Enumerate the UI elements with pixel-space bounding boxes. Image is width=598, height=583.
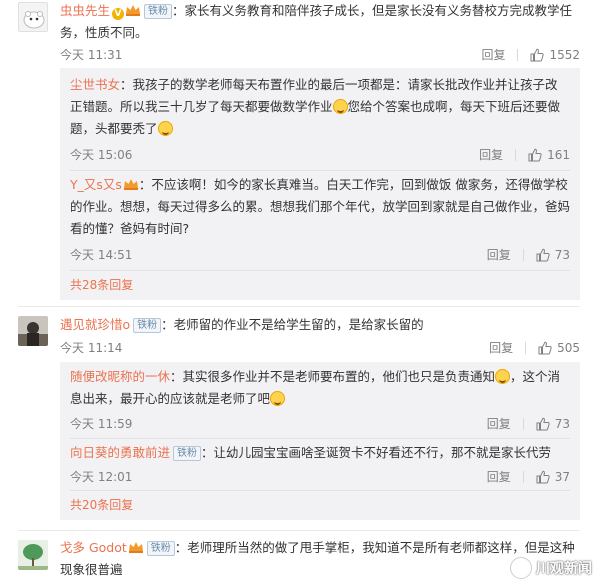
username[interactable]: 遇见就珍惜o <box>60 317 130 332</box>
crown-icon <box>126 5 141 16</box>
reply-username[interactable]: 向日葵的勇敢前进 <box>70 445 170 460</box>
reply-body: Y_又s又s ：不应该啊！如今的家长真难当。白天工作完，回到做饭 做家务，还得做学… <box>70 174 570 240</box>
reply-body: 随便改昵称的一休：其实很多作业并不是老师要布置的，他们也只是负责通知 ，这个消息出… <box>70 366 570 410</box>
like-count: 1552 <box>549 47 580 62</box>
timestamp: 今天 11:14 <box>60 341 123 355</box>
fan-badge: 铁粉 <box>144 4 173 19</box>
timestamp: 今天 14:51 <box>70 248 133 262</box>
avatar[interactable] <box>18 2 48 32</box>
like-icon[interactable] <box>530 48 545 62</box>
timestamp: 今天 11:59 <box>70 417 133 431</box>
reply-button[interactable]: 回复 <box>487 415 511 432</box>
fan-badge: 铁粉 <box>146 541 175 556</box>
divider <box>517 48 519 61</box>
laugh-emoji-icon <box>157 121 173 136</box>
reply-meta: 今天 12:01 回复 37 <box>70 468 570 485</box>
like-count: 505 <box>557 340 580 355</box>
like-icon[interactable] <box>536 417 550 431</box>
fan-badge: 铁粉 <box>133 318 162 333</box>
verified-icon: V <box>112 8 125 20</box>
comment-body: 遇见就珍惜o 铁粉 ：老师留的作业不是给学生留的，是给家长留的 <box>60 314 585 336</box>
reply-text: ：其实很多作业并不是老师要布置的，他们也只是负责通知 <box>170 369 496 384</box>
avatar[interactable] <box>18 540 48 570</box>
more-replies-link[interactable]: 共20条回复 <box>70 496 133 513</box>
crown-icon <box>123 179 138 190</box>
reply-button[interactable]: 回复 <box>479 146 503 163</box>
reply-divider <box>70 270 570 271</box>
reply-meta: 今天 15:06 回复 161 <box>70 146 570 163</box>
reply-text: ：不应该啊！如今的家长真难当。白天工作完，回到做饭 做家务，还得做学校的作业。想… <box>70 177 571 236</box>
comment-meta: 今天 11:31 回复 1552 <box>60 46 580 63</box>
fan-badge: 铁粉 <box>173 446 202 461</box>
comment-divider <box>18 306 580 307</box>
divider <box>522 417 524 430</box>
reply-divider <box>70 490 570 491</box>
avatar[interactable] <box>18 316 48 346</box>
reply-text: ：让幼儿园宝宝画啥圣诞贺卡不好看还不行，那不就是家长代劳 <box>201 445 552 460</box>
reply-meta: 今天 11:59 回复 73 <box>70 415 570 432</box>
reply-body: 向日葵的勇敢前进 铁粉 ：让幼儿园宝宝画啥圣诞贺卡不好看还不行，那不就是家长代劳 <box>70 442 570 464</box>
reply-box: 尘世书女：我孩子的数学老师每天布置作业的最后一项都是：请家长批改作业并让孩子改正… <box>60 68 580 300</box>
timestamp: 今天 11:31 <box>60 48 123 62</box>
watermark: 川观新闻 <box>510 557 592 579</box>
like-count: 161 <box>547 147 570 162</box>
reply-username[interactable]: Y_又s又s <box>70 177 122 192</box>
reply-username[interactable]: 随便改昵称的一休 <box>70 369 170 384</box>
divider <box>525 341 527 354</box>
timestamp: 今天 15:06 <box>70 148 133 162</box>
like-count: 73 <box>554 416 570 431</box>
reply-box: 随便改昵称的一休：其实很多作业并不是老师要布置的，他们也只是负责通知 ，这个消息出… <box>60 362 580 520</box>
comment-meta: 今天 11:14 回复 505 <box>60 339 580 356</box>
crown-icon <box>128 542 143 553</box>
username[interactable]: 戈多 Godot <box>60 540 127 555</box>
comment-body: 虫虫先生 V 铁粉 ：家长有义务教育和陪伴孩子成长，但是家长没有义务替校方完成教学任务… <box>60 0 585 44</box>
like-icon[interactable] <box>536 470 550 484</box>
divider <box>522 470 524 483</box>
reply-divider <box>70 170 570 171</box>
divider <box>522 248 524 261</box>
reply-divider <box>70 438 570 439</box>
reply-button[interactable]: 回复 <box>489 339 513 356</box>
more-replies-link[interactable]: 共28条回复 <box>70 276 133 293</box>
reply-meta: 今天 14:51 回复 73 <box>70 246 570 263</box>
reply-button[interactable]: 回复 <box>481 46 505 63</box>
comment-text: ：老师留的作业不是给学生留的，是给家长留的 <box>161 317 424 332</box>
watermark-text: 川观新闻 <box>536 561 592 577</box>
comment-divider <box>18 530 580 531</box>
reply-button[interactable]: 回复 <box>487 468 511 485</box>
username[interactable]: 虫虫先生 <box>60 3 110 18</box>
reply-username[interactable]: 尘世书女 <box>70 77 120 92</box>
laugh-emoji-icon <box>495 369 511 384</box>
reply-button[interactable]: 回复 <box>487 246 511 263</box>
divider <box>515 148 517 161</box>
like-icon[interactable] <box>538 341 552 355</box>
like-count: 37 <box>554 469 570 484</box>
comment-body: 戈多 Godot 铁粉 ：老师理所当然的做了甩手掌柜，我知道不是所有老师都这样，但是… <box>60 537 585 581</box>
laugh-emoji-icon <box>332 99 348 114</box>
watermark-logo-icon <box>510 557 532 579</box>
like-icon[interactable] <box>528 148 542 162</box>
reply-body: 尘世书女：我孩子的数学老师每天布置作业的最后一项都是：请家长批改作业并让孩子改正… <box>70 74 570 140</box>
like-count: 73 <box>554 247 570 262</box>
laugh-emoji-icon <box>270 391 286 406</box>
timestamp: 今天 12:01 <box>70 470 133 484</box>
like-icon[interactable] <box>536 248 550 262</box>
